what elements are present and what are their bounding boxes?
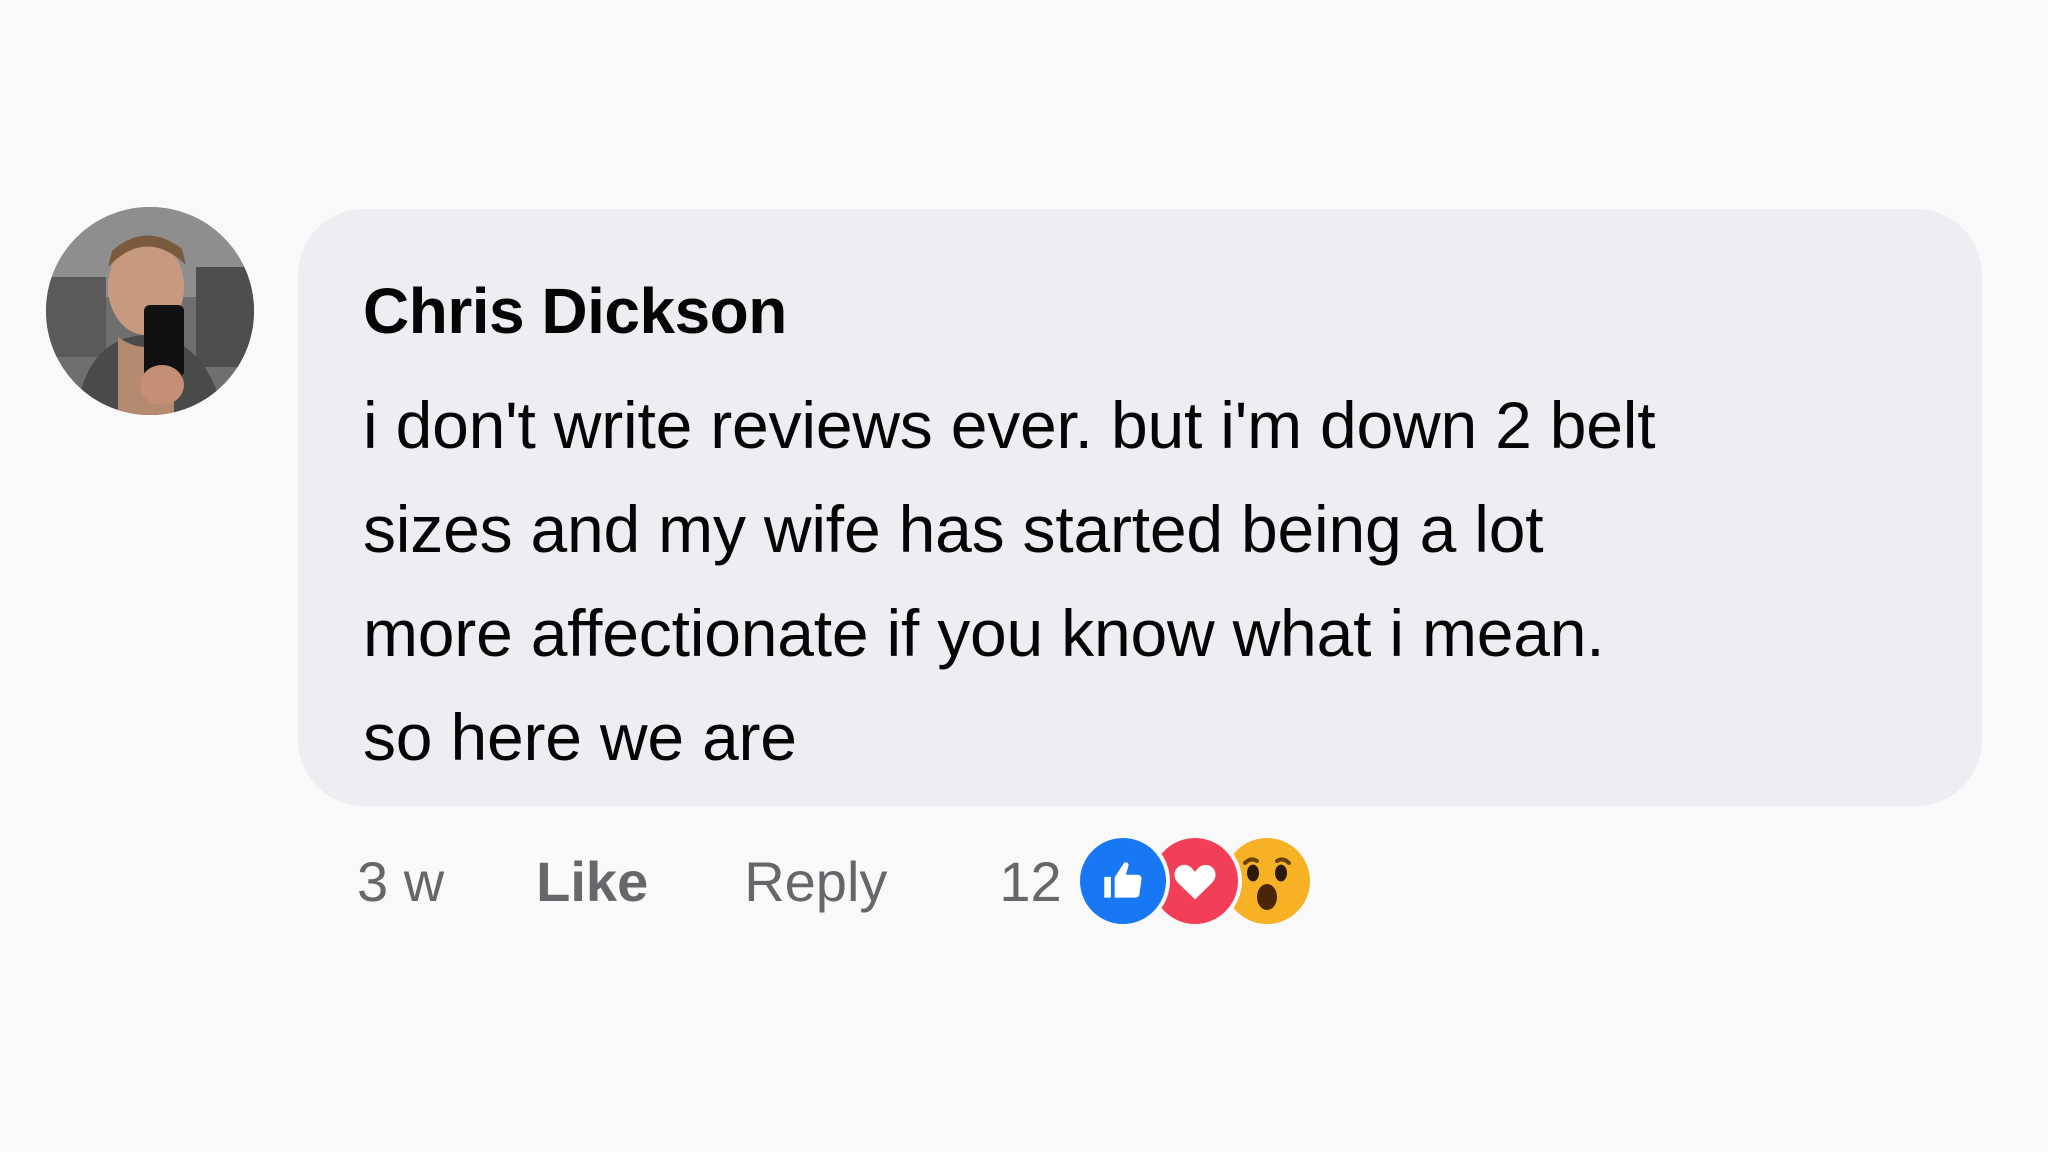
reply-button[interactable]: Reply (744, 849, 887, 914)
timestamp[interactable]: 3 w (357, 849, 444, 914)
comment-text: i don't write reviews ever. but i'm down… (363, 388, 1656, 774)
comment-author[interactable]: Chris Dickson (363, 275, 1922, 347)
avatar[interactable] (46, 207, 254, 415)
reaction-count[interactable]: 12 (999, 849, 1061, 914)
comment-bubble: Chris Dickson i don't write reviews ever… (298, 209, 1982, 806)
reaction-icons[interactable] (1075, 834, 1314, 928)
comment-page: Chris Dickson i don't write reviews ever… (0, 0, 2048, 1152)
avatar-photo (46, 207, 254, 415)
comment-actions: 3 w Like Reply 12 (357, 834, 1314, 928)
like-button[interactable]: Like (536, 849, 648, 914)
like-icon (1075, 834, 1170, 928)
